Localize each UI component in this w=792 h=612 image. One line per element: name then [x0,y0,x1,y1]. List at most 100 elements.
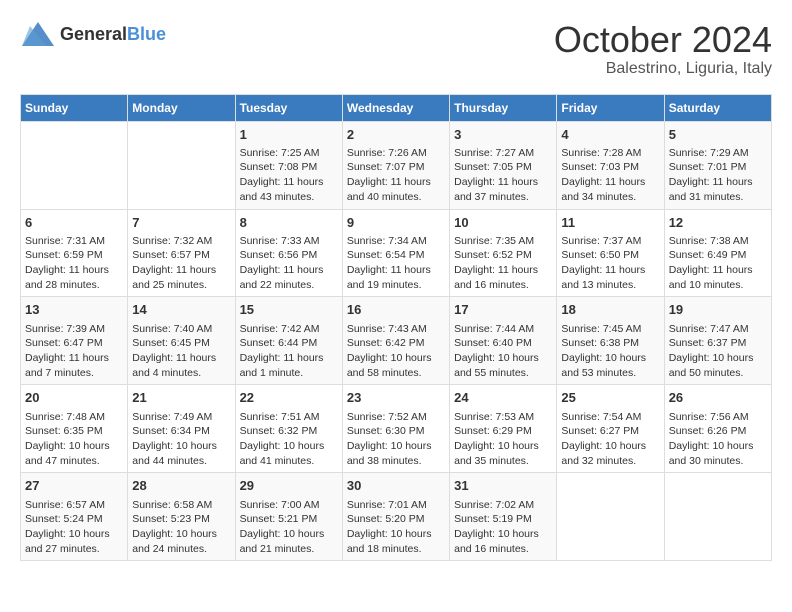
calendar-cell: 2Sunrise: 7:26 AMSunset: 7:07 PMDaylight… [342,121,449,209]
sunrise-text: Sunrise: 7:29 AM [669,146,767,161]
sunrise-text: Sunrise: 6:58 AM [132,498,230,513]
daylight-text: Daylight: 11 hours and 13 minutes. [561,263,659,292]
sunset-text: Sunset: 7:01 PM [669,160,767,175]
calendar-cell: 29Sunrise: 7:00 AMSunset: 5:21 PMDayligh… [235,473,342,561]
sunset-text: Sunset: 6:38 PM [561,336,659,351]
daylight-text: Daylight: 10 hours and 21 minutes. [240,527,338,556]
calendar-cell: 27Sunrise: 6:57 AMSunset: 5:24 PMDayligh… [21,473,128,561]
sunrise-text: Sunrise: 7:40 AM [132,322,230,337]
calendar-cell: 19Sunrise: 7:47 AMSunset: 6:37 PMDayligh… [664,297,771,385]
sunrise-text: Sunrise: 7:28 AM [561,146,659,161]
sunset-text: Sunset: 6:44 PM [240,336,338,351]
day-number: 2 [347,126,445,144]
day-number: 18 [561,301,659,319]
sunrise-text: Sunrise: 7:37 AM [561,234,659,249]
sunrise-text: Sunrise: 7:34 AM [347,234,445,249]
daylight-text: Daylight: 11 hours and 1 minute. [240,351,338,380]
daylight-text: Daylight: 11 hours and 28 minutes. [25,263,123,292]
daylight-text: Daylight: 11 hours and 34 minutes. [561,175,659,204]
sunrise-text: Sunrise: 7:01 AM [347,498,445,513]
sunset-text: Sunset: 7:08 PM [240,160,338,175]
day-number: 13 [25,301,123,319]
sunset-text: Sunset: 6:45 PM [132,336,230,351]
day-number: 21 [132,389,230,407]
sunset-text: Sunset: 6:54 PM [347,248,445,263]
day-number: 17 [454,301,552,319]
day-number: 20 [25,389,123,407]
location-title: Balestrino, Liguria, Italy [554,60,772,78]
calendar-cell: 6Sunrise: 7:31 AMSunset: 6:59 PMDaylight… [21,209,128,297]
day-number: 7 [132,214,230,232]
sunrise-text: Sunrise: 7:25 AM [240,146,338,161]
calendar-week-row: 6Sunrise: 7:31 AMSunset: 6:59 PMDaylight… [21,209,772,297]
day-number: 4 [561,126,659,144]
calendar-header-row: SundayMondayTuesdayWednesdayThursdayFrid… [21,94,772,121]
sunset-text: Sunset: 7:03 PM [561,160,659,175]
sunrise-text: Sunrise: 6:57 AM [25,498,123,513]
calendar-cell: 5 Sunrise: 7:29 AMSunset: 7:01 PMDaylight… [664,121,771,209]
sunset-text: Sunset: 6:42 PM [347,336,445,351]
calendar-cell: 12Sunrise: 7:38 AMSunset: 6:49 PMDayligh… [664,209,771,297]
sunset-text: Sunset: 6:27 PM [561,424,659,439]
daylight-text: Daylight: 11 hours and 19 minutes. [347,263,445,292]
calendar-cell: 22Sunrise: 7:51 AMSunset: 6:32 PMDayligh… [235,385,342,473]
sunset-text: Sunset: 6:37 PM [669,336,767,351]
sunset-text: Sunset: 6:52 PM [454,248,552,263]
daylight-text: Daylight: 11 hours and 4 minutes. [132,351,230,380]
calendar-cell: 14 Sunrise: 7:40 AMSunset: 6:45 PMDayligh… [128,297,235,385]
sunset-text: Sunset: 6:47 PM [25,336,123,351]
day-number: 6 [25,214,123,232]
day-of-week-header: Friday [557,94,664,121]
day-number: 10 [454,214,552,232]
day-number: 28 [132,477,230,495]
day-number: 31 [454,477,552,495]
sunrise-text: Sunrise: 7:02 AM [454,498,552,513]
sunrise-text: Sunrise: 7:00 AM [240,498,338,513]
sunset-text: Sunset: 7:07 PM [347,160,445,175]
sunset-text: Sunset: 6:32 PM [240,424,338,439]
calendar-cell: 13Sunrise: 7:39 AMSunset: 6:47 PMDayligh… [21,297,128,385]
calendar-week-row: 13 Sunrise: 7:39 AMSunset: 6:47 PM Dayligh… [21,297,772,385]
day-number: 24 [454,389,552,407]
sunset-text: Sunset: 6:40 PM [454,336,552,351]
logo-blue: Blue [127,24,166,44]
calendar-cell: 1Sunrise: 7:25 AMSunset: 7:08 PMDaylight… [235,121,342,209]
sunset-text: Sunset: 5:23 PM [132,512,230,527]
sunrise-text: Sunrise: 7:35 AM [454,234,552,249]
calendar-cell: 30Sunrise: 7:01 AMSunset: 5:20 PMDayligh… [342,473,449,561]
calendar-cell: 11Sunrise: 7:37 AMSunset: 6:50 PMDayligh… [557,209,664,297]
sunrise-text: Sunrise: 7:49 AM [132,410,230,425]
calendar-cell: 31Sunrise: 7:02 AMSunset: 5:19 PMDayligh… [450,473,557,561]
daylight-text: Daylight: 10 hours and 50 minutes. [669,351,767,380]
day-of-week-header: Tuesday [235,94,342,121]
day-number: 15 [240,301,338,319]
day-number: 22 [240,389,338,407]
day-number: 14 [132,301,230,319]
daylight-text: Daylight: 10 hours and 47 minutes. [25,439,123,468]
sunset-text: Sunset: 6:26 PM [669,424,767,439]
sunset-text: Sunset: 5:24 PM [25,512,123,527]
sunrise-text: Sunrise: 7:31 AM [25,234,123,249]
calendar-cell: 23Sunrise: 7:52 AMSunset: 6:30 PMDayligh… [342,385,449,473]
day-number: 11 [561,214,659,232]
sunrise-text: Sunrise: 7:38 AM [669,234,767,249]
daylight-text: Daylight: 10 hours and 30 minutes. [669,439,767,468]
day-number: 25 [561,389,659,407]
daylight-text: Daylight: 11 hours and 31 minutes. [669,175,767,204]
daylight-text: Daylight: 11 hours and 22 minutes. [240,263,338,292]
calendar-cell [557,473,664,561]
daylight-text: Daylight: 10 hours and 38 minutes. [347,439,445,468]
day-number: 5 [669,126,767,144]
day-number: 27 [25,477,123,495]
daylight-text: Daylight: 10 hours and 58 minutes. [347,351,445,380]
calendar-cell: 28Sunrise: 6:58 AMSunset: 5:23 PMDayligh… [128,473,235,561]
calendar-cell: 9Sunrise: 7:34 AMSunset: 6:54 PMDaylight… [342,209,449,297]
sunrise-text: Sunrise: 7:27 AM [454,146,552,161]
daylight-text: Daylight: 10 hours and 16 minutes. [454,527,552,556]
sunset-text: Sunset: 5:21 PM [240,512,338,527]
sunrise-text: Sunrise: 7:39 AM [25,322,123,337]
calendar-cell: 16Sunrise: 7:43 AMSunset: 6:42 PMDayligh… [342,297,449,385]
day-number: 1 [240,126,338,144]
calendar-cell: 21Sunrise: 7:49 AMSunset: 6:34 PMDayligh… [128,385,235,473]
day-number: 19 [669,301,767,319]
